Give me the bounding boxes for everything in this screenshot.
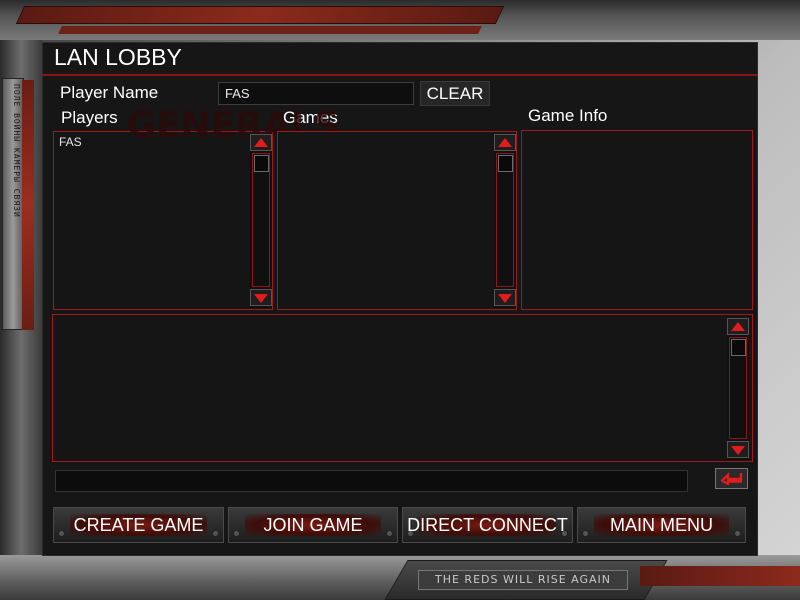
join-game-label: JOIN GAME [263,515,363,535]
send-button[interactable] [715,468,748,489]
game-info-panel [521,130,753,310]
bottom-frame-red-strip [640,566,800,586]
scrollbar-track[interactable] [729,337,747,439]
main-menu-label: MAIN MENU [610,515,713,535]
tagline-plate: THE REDS WILL RISE AGAIN [418,570,628,590]
bolt-icon [734,530,741,537]
create-game-label: CREATE GAME [73,515,204,535]
player-name-label: Player Name [60,83,159,102]
scroll-down-icon[interactable] [727,441,749,458]
bolt-icon [386,530,393,537]
chat-input[interactable] [55,470,688,492]
scroll-up-icon[interactable] [494,134,516,151]
players-header: Players [61,108,118,127]
player-name-input[interactable] [218,82,414,105]
left-frame-red-strip [22,80,34,330]
left-frame-side-text: ПОЛЕ ВОЙНЫ КАМЕРЫ СВЯЗИ [12,84,21,218]
direct-connect-button[interactable]: DIRECT CONNECT [402,507,573,543]
join-game-button[interactable]: JOIN GAME [228,507,398,543]
bolt-icon [58,530,65,537]
bolt-icon [233,530,240,537]
top-frame-red-strip-2 [58,26,482,34]
return-arrow-icon [721,472,743,485]
games-scrollbar[interactable] [494,134,516,308]
scrollbar-track[interactable] [496,153,514,287]
bolt-icon [212,530,219,537]
scroll-up-icon[interactable] [250,134,272,151]
scrollbar-thumb[interactable] [254,155,269,172]
bolt-icon [582,530,589,537]
scroll-down-icon[interactable] [250,289,272,306]
create-game-button[interactable]: CREATE GAME [53,507,224,543]
main-menu-button[interactable]: MAIN MENU [577,507,746,543]
page-title: LAN LOBBY [54,44,182,70]
scrollbar-thumb[interactable] [731,339,746,356]
game-info-header: Game Info [528,106,608,125]
scrollbar-thumb[interactable] [498,155,513,172]
scroll-up-icon[interactable] [727,318,749,335]
scrollbar-track[interactable] [252,153,270,287]
top-frame-red-strip [15,6,505,24]
title-divider [42,74,758,76]
scroll-down-icon[interactable] [494,289,516,306]
games-list[interactable] [277,131,517,310]
players-scrollbar[interactable] [250,134,272,308]
chat-scrollbar[interactable] [727,318,749,460]
direct-connect-label: DIRECT CONNECT [407,515,568,535]
chat-log[interactable] [52,314,753,462]
clear-button[interactable]: CLEAR [420,81,490,106]
